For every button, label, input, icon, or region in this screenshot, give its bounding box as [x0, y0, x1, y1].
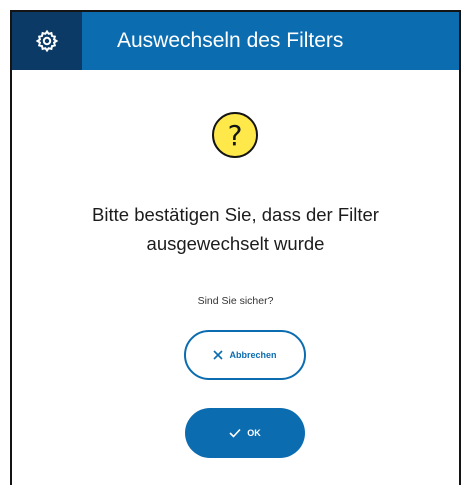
dialog-frame: Auswechseln des Filters ? Bitte bestätig…	[10, 10, 461, 485]
ok-button-label: OK	[247, 428, 261, 438]
confirmation-prompt: Sind Sie sicher?	[197, 295, 274, 307]
question-icon: ?	[212, 112, 258, 158]
page-title: Auswechseln des Filters	[117, 29, 344, 52]
confirmation-message-line1: Bitte bestätigen Sie, dass der Filter	[92, 204, 379, 225]
cancel-button[interactable]: Abbrechen	[184, 330, 306, 380]
settings-button[interactable]	[12, 12, 82, 70]
gear-icon	[35, 29, 59, 53]
close-icon	[213, 350, 224, 360]
ok-button[interactable]: OK	[185, 408, 305, 458]
header-bar: Auswechseln des Filters	[12, 12, 459, 70]
confirmation-message-line2: ausgewechselt wurde	[146, 233, 325, 254]
cancel-button-label: Abbrechen	[229, 350, 277, 360]
check-icon	[229, 428, 241, 438]
